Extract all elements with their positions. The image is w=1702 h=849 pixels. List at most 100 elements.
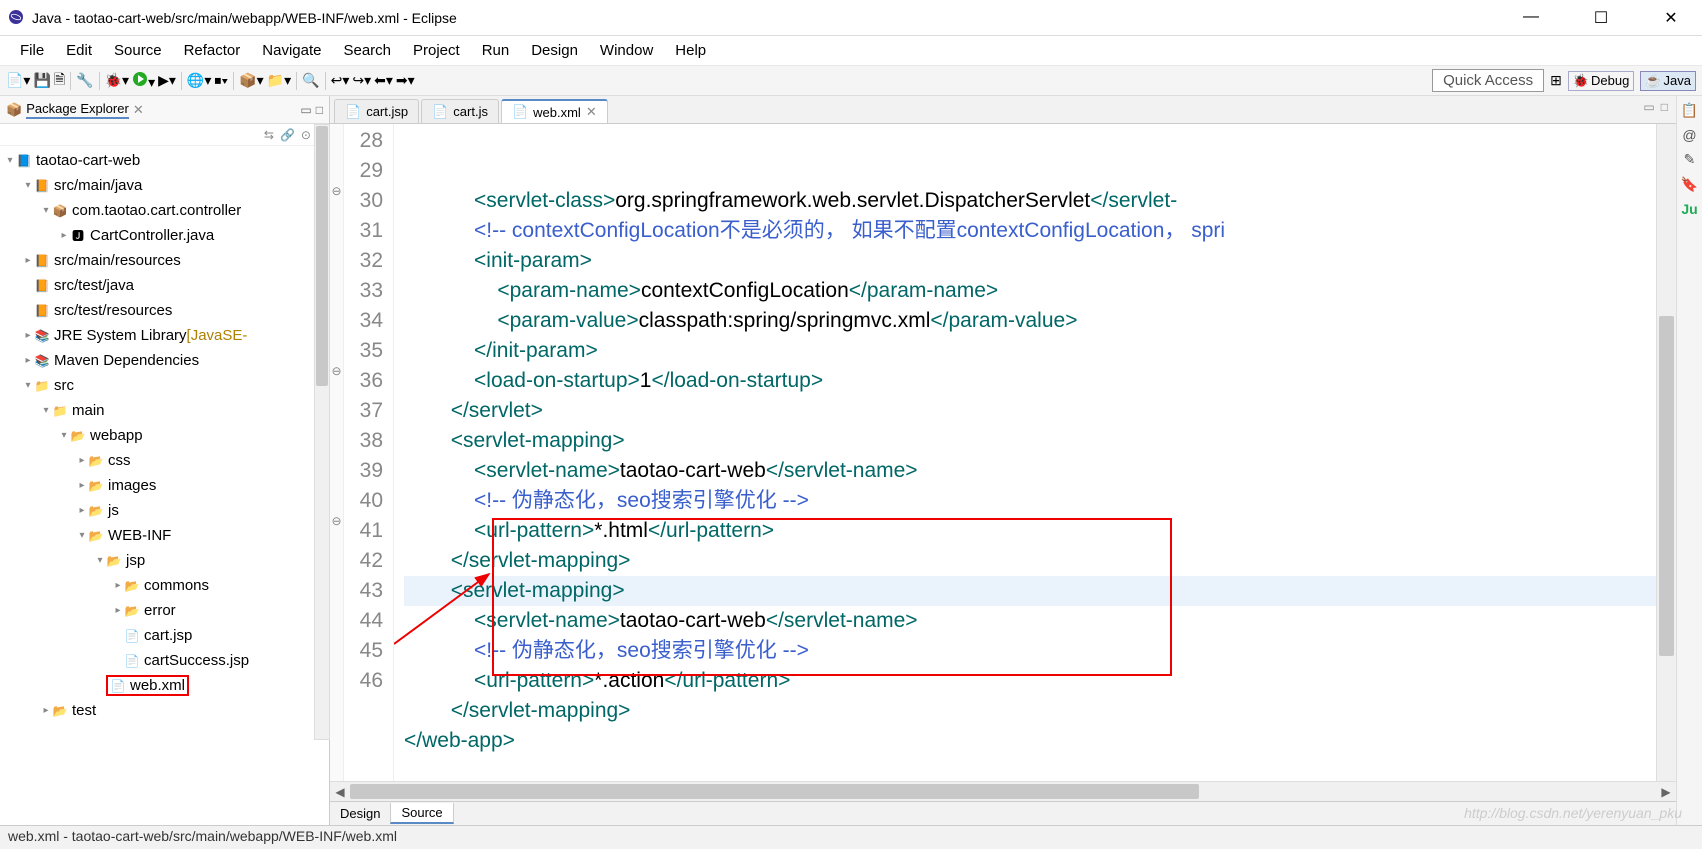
tree-item-main[interactable]: ▾📁main (0, 398, 329, 423)
menu-design[interactable]: Design (521, 38, 588, 63)
scroll-left-icon[interactable]: ◀ (330, 782, 350, 801)
new-class-icon[interactable]: 📦▾ (239, 72, 263, 89)
tab-design[interactable]: Design (330, 804, 390, 823)
tree-item-cartsuccess-jsp[interactable]: 📄cartSuccess.jsp (0, 648, 329, 673)
tree-item-src-test-java[interactable]: 📙src/test/java (0, 273, 329, 298)
perspective-debug[interactable]: 🐞 Debug (1568, 71, 1635, 91)
editor-tab-web-xml[interactable]: 📄web.xml✕ (501, 99, 608, 123)
nav-next-icon[interactable]: ↪▾ (352, 72, 371, 89)
tree-item-cart-jsp[interactable]: 📄cart.jsp (0, 623, 329, 648)
task-list-icon[interactable]: @ (1682, 127, 1696, 143)
tree-item-jre-system-library-[interactable]: ▸📚JRE System Library [JavaSE- (0, 323, 329, 348)
view-minimize-icon[interactable]: ▭ (300, 103, 311, 117)
expand-icon[interactable]: ▸ (22, 330, 34, 341)
tree-item-web-xml[interactable]: 📄web.xml (0, 673, 329, 698)
nav-back-icon[interactable]: ⬅▾ (374, 72, 393, 89)
new-pkg-icon[interactable]: 📁▾ (267, 72, 291, 89)
tree-item-error[interactable]: ▸📂error (0, 598, 329, 623)
nav-prev-icon[interactable]: ↩▾ (331, 72, 350, 89)
expand-icon[interactable]: ▸ (58, 230, 70, 241)
editor-maximize-icon[interactable]: □ (1661, 100, 1668, 114)
editor-tab-cart-js[interactable]: 📄cart.js (421, 99, 499, 123)
marker-icon[interactable]: ✎ (1684, 151, 1696, 168)
expand-icon[interactable]: ▸ (76, 480, 88, 491)
minimize-button[interactable]: — (1508, 8, 1554, 28)
view-close-icon[interactable]: ✕ (133, 102, 144, 118)
new-icon[interactable]: 📄▾ (6, 72, 30, 89)
tree-item-src-main-resources[interactable]: ▸📙src/main/resources (0, 248, 329, 273)
focus-icon[interactable]: ⊙ (301, 128, 311, 142)
quick-access-input[interactable]: Quick Access (1432, 69, 1544, 92)
expand-icon[interactable]: ▾ (40, 405, 52, 416)
save-icon[interactable]: 💾 (33, 72, 50, 89)
tree-item-maven-dependencies[interactable]: ▸📚Maven Dependencies (0, 348, 329, 373)
expand-icon[interactable]: ▾ (22, 380, 34, 391)
tree-item-web-inf[interactable]: ▾📂WEB-INF (0, 523, 329, 548)
run-ext-icon[interactable]: ▶▾ (158, 72, 176, 89)
menu-edit[interactable]: Edit (56, 38, 102, 63)
nav-fwd-icon[interactable]: ➡▾ (396, 72, 415, 89)
tree-item-css[interactable]: ▸📂css (0, 448, 329, 473)
menu-project[interactable]: Project (403, 38, 470, 63)
tree-item-commons[interactable]: ▸📂commons (0, 573, 329, 598)
expand-icon[interactable]: ▸ (22, 355, 34, 366)
menu-source[interactable]: Source (104, 38, 172, 63)
tree-item-images[interactable]: ▸📂images (0, 473, 329, 498)
run-icon[interactable]: ▾ (132, 71, 155, 91)
code-editor[interactable]: <servlet-class>org.springframework.web.s… (394, 124, 1656, 781)
expand-icon[interactable]: ▾ (40, 205, 52, 216)
editor-horizontal-scrollbar[interactable]: ◀ ▶ (330, 781, 1676, 801)
menu-refactor[interactable]: Refactor (174, 38, 251, 63)
tree-item-com-taotao-cart-controller[interactable]: ▾📦com.taotao.cart.controller (0, 198, 329, 223)
menu-navigate[interactable]: Navigate (252, 38, 331, 63)
expand-icon[interactable]: ▸ (22, 255, 34, 266)
tree-item-src[interactable]: ▾📁src (0, 373, 329, 398)
link-editor-icon[interactable]: 🔗 (280, 128, 295, 142)
close-tab-icon[interactable]: ✕ (586, 104, 597, 120)
collapse-all-icon[interactable]: ⇆ (264, 128, 274, 142)
expand-icon[interactable]: ▸ (40, 705, 52, 716)
close-button[interactable]: ✕ (1648, 8, 1694, 28)
outline-icon[interactable]: 📋 (1681, 102, 1698, 119)
tree-item-js[interactable]: ▸📂js (0, 498, 329, 523)
tool-icon[interactable]: 🔧 (76, 72, 93, 89)
expand-icon[interactable]: ▸ (112, 605, 124, 616)
scroll-right-icon[interactable]: ▶ (1656, 782, 1676, 801)
tree-item-src-test-resources[interactable]: 📙src/test/resources (0, 298, 329, 323)
server-stop-icon[interactable]: ⏹▾ (214, 72, 228, 89)
tree-item-taotao-cart-web[interactable]: ▾📘taotao-cart-web (0, 148, 329, 173)
package-tree[interactable]: ▾📘taotao-cart-web▾📙src/main/java▾📦com.ta… (0, 146, 329, 825)
menu-file[interactable]: File (10, 38, 54, 63)
tree-item-src-main-java[interactable]: ▾📙src/main/java (0, 173, 329, 198)
tree-item-test[interactable]: ▸📂test (0, 698, 329, 723)
view-maximize-icon[interactable]: □ (316, 103, 323, 117)
tree-item-webapp[interactable]: ▾📂webapp (0, 423, 329, 448)
open-perspective-icon[interactable]: ⊞ (1550, 72, 1562, 89)
debug-icon[interactable]: 🐞▾ (105, 72, 129, 89)
bookmark-icon[interactable]: 🔖 (1681, 176, 1698, 193)
tree-item-cartcontroller-java[interactable]: ▸🅹CartController.java (0, 223, 329, 248)
expand-icon[interactable]: ▾ (76, 530, 88, 541)
editor-vertical-scrollbar[interactable] (1656, 124, 1676, 781)
expand-icon[interactable]: ▾ (4, 155, 16, 166)
editor-minimize-icon[interactable]: ▭ (1643, 100, 1654, 114)
menu-search[interactable]: Search (333, 38, 401, 63)
save-all-icon[interactable]: 🗎 (54, 69, 65, 93)
server-icon[interactable]: 🌐▾ (187, 72, 211, 89)
maximize-button[interactable]: ☐ (1578, 8, 1624, 28)
menu-run[interactable]: Run (472, 38, 520, 63)
menu-help[interactable]: Help (665, 38, 716, 63)
expand-icon[interactable]: ▾ (22, 180, 34, 191)
editor-tab-cart-jsp[interactable]: 📄cart.jsp (334, 99, 419, 123)
search-icon[interactable]: 🔍 (302, 72, 319, 89)
expand-icon[interactable]: ▾ (94, 555, 106, 566)
expand-icon[interactable]: ▸ (76, 455, 88, 466)
expand-icon[interactable]: ▾ (58, 430, 70, 441)
perspective-java[interactable]: ☕ Java (1640, 71, 1696, 91)
junit-icon[interactable]: Ju (1681, 201, 1697, 217)
expand-icon[interactable]: ▸ (112, 580, 124, 591)
package-explorer-vscroll[interactable] (314, 124, 330, 740)
menu-window[interactable]: Window (590, 38, 663, 63)
expand-icon[interactable]: ▸ (76, 505, 88, 516)
fold-gutter[interactable]: ⊖⊖⊖ (330, 124, 344, 781)
